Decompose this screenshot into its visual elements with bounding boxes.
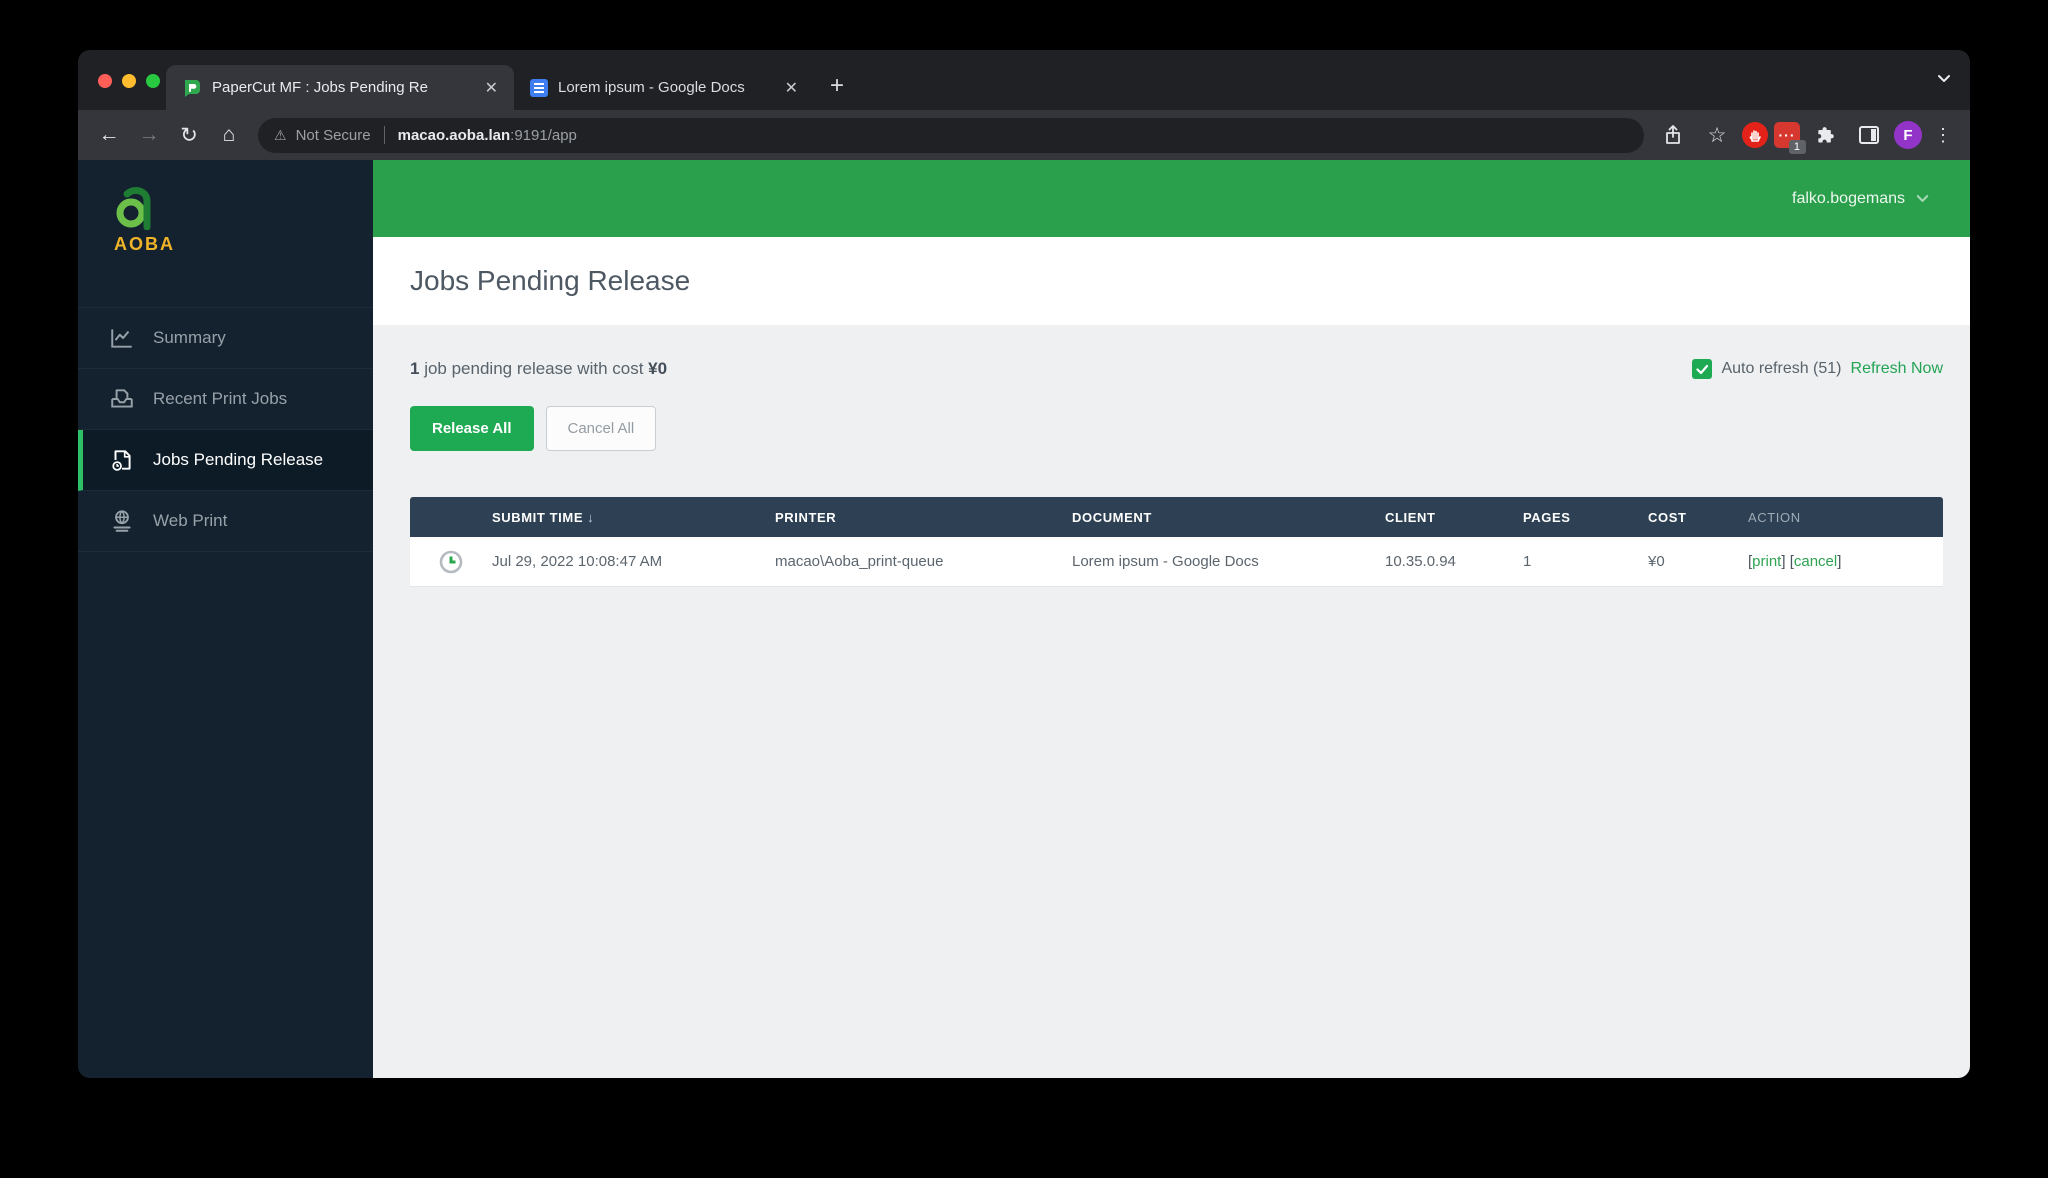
col-action: ACTION bbox=[1748, 510, 1943, 525]
cell-pages: 1 bbox=[1523, 553, 1648, 570]
cell-client: 10.35.0.94 bbox=[1385, 553, 1523, 570]
papercut-icon bbox=[182, 78, 202, 98]
web-print-icon bbox=[109, 508, 135, 534]
bracket: ] bbox=[1837, 553, 1841, 570]
forward-button[interactable]: → bbox=[130, 116, 168, 154]
close-tab-icon[interactable]: ✕ bbox=[483, 78, 500, 98]
browser-menu-icon[interactable]: ⋮ bbox=[1928, 125, 1958, 146]
maximize-window-button[interactable] bbox=[146, 74, 160, 88]
home-button[interactable]: ⌂ bbox=[210, 116, 248, 154]
extension-badge: 1 bbox=[1789, 140, 1806, 154]
sidebar-item-web-print[interactable]: Web Print bbox=[78, 491, 373, 552]
password-manager-extension-icon[interactable]: ··· 1 bbox=[1774, 122, 1800, 148]
status-cost: ¥0 bbox=[648, 359, 667, 378]
tab-search-chevron-icon[interactable] bbox=[1936, 70, 1952, 86]
cell-action: [print] [cancel] bbox=[1748, 553, 1943, 570]
col-pages[interactable]: PAGES bbox=[1523, 510, 1648, 525]
close-window-button[interactable] bbox=[98, 74, 112, 88]
sidebar-menu: Summary Recent Print Jobs bbox=[78, 307, 373, 552]
col-document[interactable]: DOCUMENT bbox=[1072, 510, 1385, 525]
address-bar[interactable]: ⚠ Not Secure macao.aoba.lan:9191/app bbox=[258, 118, 1644, 153]
not-secure-warning-icon: ⚠ bbox=[274, 127, 287, 144]
refresh-now-link[interactable]: Refresh Now bbox=[1851, 360, 1943, 378]
print-link[interactable]: print bbox=[1752, 553, 1781, 570]
window-controls bbox=[98, 74, 160, 88]
new-tab-button[interactable]: + bbox=[830, 72, 844, 100]
col-printer[interactable]: PRINTER bbox=[775, 510, 1072, 525]
google-docs-icon bbox=[530, 79, 548, 97]
url-text[interactable]: macao.aoba.lan:9191/app bbox=[398, 127, 577, 144]
bracket: ] bbox=[1781, 553, 1785, 570]
tab-strip: PaperCut MF : Jobs Pending Re ✕ Lorem ip… bbox=[78, 50, 1970, 110]
status-text: job pending release with cost bbox=[419, 359, 648, 378]
sort-desc-icon: ↓ bbox=[587, 510, 594, 525]
bookmark-star-button[interactable]: ☆ bbox=[1698, 116, 1736, 154]
logo-block: AOBA bbox=[78, 160, 373, 275]
tab-papercut[interactable]: PaperCut MF : Jobs Pending Re ✕ bbox=[166, 65, 514, 110]
sidebar-item-label: Summary bbox=[153, 328, 226, 348]
sidebar-item-label: Jobs Pending Release bbox=[153, 450, 323, 470]
cancel-link[interactable]: cancel bbox=[1794, 553, 1837, 570]
back-button[interactable]: ← bbox=[90, 116, 128, 154]
print-jobs-icon bbox=[109, 386, 135, 412]
sidebar-item-label: Recent Print Jobs bbox=[153, 389, 287, 409]
url-divider bbox=[384, 126, 385, 144]
job-clock-icon bbox=[438, 549, 464, 575]
sidebar-item-summary[interactable]: Summary bbox=[78, 308, 373, 369]
aoba-logo-icon bbox=[114, 186, 156, 230]
tab-google-docs[interactable]: Lorem ipsum - Google Docs ✕ bbox=[514, 65, 814, 110]
sidebar-item-label: Web Print bbox=[153, 511, 227, 531]
user-chevron-down-icon[interactable] bbox=[1915, 191, 1930, 206]
app-header: falko.bogemans bbox=[373, 160, 1970, 237]
cancel-all-button[interactable]: Cancel All bbox=[546, 406, 657, 451]
app-sidebar: AOBA Summary Recent Print Jo bbox=[78, 160, 373, 1078]
adblocker-extension-icon[interactable] bbox=[1742, 122, 1768, 148]
auto-refresh-label[interactable]: Auto refresh (51) bbox=[1721, 360, 1841, 378]
tab-title: Lorem ipsum - Google Docs bbox=[558, 79, 773, 96]
title-band: Jobs Pending Release bbox=[373, 237, 1970, 325]
cell-submit-time: Jul 29, 2022 10:08:47 AM bbox=[492, 553, 775, 570]
table-row: Jul 29, 2022 10:08:47 AM macao\Aoba_prin… bbox=[410, 537, 1943, 587]
profile-avatar[interactable]: F bbox=[1894, 121, 1922, 149]
logo-wordmark: AOBA bbox=[114, 234, 373, 255]
side-panel-icon[interactable] bbox=[1850, 116, 1888, 154]
col-cost[interactable]: COST bbox=[1648, 510, 1748, 525]
url-path: :9191/app bbox=[510, 127, 577, 144]
browser-window: PaperCut MF : Jobs Pending Re ✕ Lorem ip… bbox=[78, 50, 1970, 1078]
url-host: macao.aoba.lan bbox=[398, 127, 511, 144]
tab-title: PaperCut MF : Jobs Pending Re bbox=[212, 79, 473, 96]
extensions-puzzle-icon[interactable] bbox=[1806, 116, 1844, 154]
summary-chart-icon bbox=[109, 325, 135, 351]
col-client[interactable]: CLIENT bbox=[1385, 510, 1523, 525]
share-button[interactable] bbox=[1654, 116, 1692, 154]
cell-document: Lorem ipsum - Google Docs bbox=[1072, 553, 1385, 570]
browser-toolbar: ← → ↻ ⌂ ⚠ Not Secure macao.aoba.lan:9191… bbox=[78, 110, 1970, 160]
table-header: SUBMIT TIME↓ PRINTER DOCUMENT CLIENT PAG… bbox=[410, 497, 1943, 537]
release-all-button[interactable]: Release All bbox=[410, 406, 534, 451]
reload-button[interactable]: ↻ bbox=[170, 116, 208, 154]
user-menu[interactable]: falko.bogemans bbox=[1792, 190, 1905, 208]
minimize-window-button[interactable] bbox=[122, 74, 136, 88]
document-clock-icon bbox=[109, 447, 135, 473]
cell-cost: ¥0 bbox=[1648, 553, 1748, 570]
sidebar-item-recent-print-jobs[interactable]: Recent Print Jobs bbox=[78, 369, 373, 430]
jobs-table: SUBMIT TIME↓ PRINTER DOCUMENT CLIENT PAG… bbox=[410, 497, 1943, 587]
page-body: 1 job pending release with cost ¥0 Auto … bbox=[373, 325, 1970, 1078]
cell-printer: macao\Aoba_print-queue bbox=[775, 553, 1072, 570]
close-tab-icon[interactable]: ✕ bbox=[783, 78, 800, 98]
not-secure-label[interactable]: Not Secure bbox=[296, 127, 371, 144]
auto-refresh-checkbox[interactable] bbox=[1692, 359, 1712, 379]
page-title: Jobs Pending Release bbox=[410, 265, 690, 297]
pending-jobs-summary: 1 job pending release with cost ¥0 bbox=[410, 359, 667, 379]
sidebar-item-jobs-pending-release[interactable]: Jobs Pending Release bbox=[78, 430, 373, 491]
col-submit-time[interactable]: SUBMIT TIME↓ bbox=[492, 510, 775, 525]
